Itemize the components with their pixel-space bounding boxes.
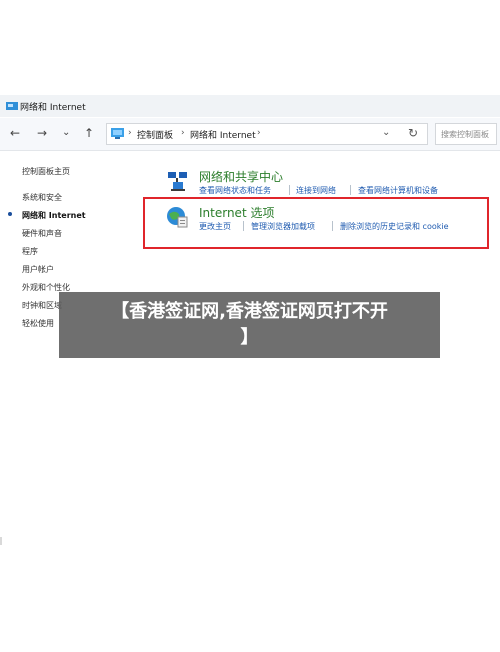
breadcrumb-network-internet[interactable]: 网络和 Internet [190, 128, 256, 141]
sidebar-item-clock-region[interactable]: 时钟和区域 [22, 300, 62, 311]
sidebar-item-network-internet[interactable]: 网络和 Internet [22, 210, 86, 221]
window-title: 网络和 Internet [20, 103, 86, 113]
address-dropdown-button[interactable]: ⌄ [382, 127, 390, 138]
active-item-bullet [8, 212, 12, 216]
internet-options-title[interactable]: Internet 选项 [199, 204, 274, 221]
breadcrumb-separator: › [181, 128, 185, 138]
recent-locations-button[interactable]: ⌄ [62, 126, 70, 140]
network-folder-icon [6, 102, 18, 110]
link-divider [350, 185, 351, 195]
link-divider [332, 221, 333, 231]
link-divider [243, 221, 244, 231]
manage-addons-link[interactable]: 管理浏览器加载项 [251, 221, 315, 232]
back-button[interactable]: ← [10, 126, 20, 140]
forward-button[interactable]: → [37, 126, 47, 140]
sidebar-item-user-accounts[interactable]: 用户帐户 [22, 264, 54, 275]
connect-to-network-link[interactable]: 连接到网络 [296, 185, 336, 196]
breadcrumb-control-panel[interactable]: 控制面板 [137, 128, 173, 141]
sidebar-item-hardware-sound[interactable]: 硬件和声音 [22, 228, 62, 239]
sidebar-item-control-panel-home[interactable]: 控制面板主页 [22, 166, 70, 177]
sidebar-item-system-security[interactable]: 系统和安全 [22, 192, 62, 203]
network-sharing-icon [168, 172, 187, 191]
control-panel-icon [111, 128, 124, 139]
up-button[interactable]: ↑ [84, 126, 94, 140]
window-edge-mark [0, 537, 2, 545]
change-homepage-link[interactable]: 更改主页 [199, 221, 231, 232]
breadcrumb-separator: › [257, 128, 261, 138]
search-placeholder: 搜索控制面板 [441, 130, 489, 139]
refresh-button[interactable]: ↻ [408, 126, 418, 140]
sidebar-item-ease-of-access[interactable]: 轻松使用 [22, 318, 54, 329]
breadcrumb-separator: › [128, 128, 132, 138]
internet-options-globe-icon [167, 207, 188, 228]
view-network-computers-link[interactable]: 查看网络计算机和设备 [358, 185, 438, 196]
link-divider [289, 185, 290, 195]
view-network-status-link[interactable]: 查看网络状态和任务 [199, 185, 271, 196]
banner-line-2: 】 [240, 327, 259, 348]
sidebar-item-programs[interactable]: 程序 [22, 246, 38, 257]
banner-line-1: 【香港签证网,香港签证网页打不开 [111, 301, 388, 322]
banner-title: 【香港签证网,香港签证网页打不开 】 [59, 299, 440, 351]
delete-browsing-history-link[interactable]: 删除浏览的历史记录和 cookie [340, 221, 449, 232]
network-sharing-center-title[interactable]: 网络和共享中心 [199, 168, 283, 185]
